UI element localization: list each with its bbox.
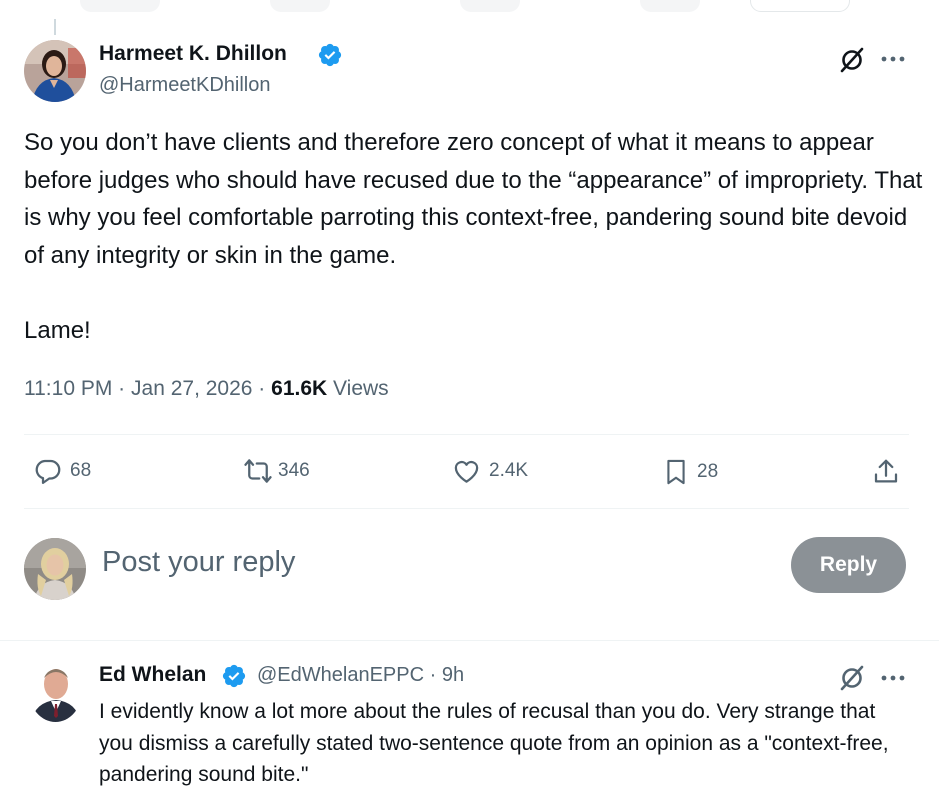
bookmark-count: 28 bbox=[697, 461, 719, 482]
divider bbox=[0, 640, 939, 641]
views-label: Views bbox=[333, 377, 389, 400]
post-time[interactable]: 11:10 PM bbox=[24, 377, 112, 400]
views-count: 61.6K bbox=[271, 377, 328, 400]
repost-count: 346 bbox=[278, 460, 310, 481]
share-icon[interactable] bbox=[870, 456, 902, 488]
more-icon[interactable] bbox=[876, 44, 910, 74]
author-handle[interactable]: @HarmeetKDhillon bbox=[99, 74, 270, 97]
grok-icon[interactable] bbox=[836, 662, 868, 694]
post-text-paragraph: Lame! bbox=[24, 316, 91, 344]
previous-post-remnant bbox=[0, 0, 939, 20]
reply-author-handle: @EdWhelanEPPC · 9h bbox=[257, 664, 464, 687]
reply-icon bbox=[35, 459, 61, 484]
reply-time[interactable]: 9h bbox=[442, 664, 464, 686]
more-icon[interactable] bbox=[876, 664, 910, 692]
bookmark-icon bbox=[667, 459, 685, 485]
like-count: 2.4K bbox=[489, 460, 529, 481]
reply-text: I evidently know a lot more about the ru… bbox=[99, 700, 889, 786]
reply-handle[interactable]: @EdWhelanEPPC bbox=[257, 664, 424, 686]
verified-badge-icon bbox=[318, 43, 342, 67]
thread-line bbox=[54, 19, 56, 35]
verified-badge-icon bbox=[222, 664, 246, 688]
meta-separator: · bbox=[258, 377, 266, 400]
like-icon bbox=[454, 460, 479, 483]
author-avatar[interactable] bbox=[24, 40, 86, 102]
like-action[interactable]: 2.4K bbox=[451, 456, 528, 486]
post-text-paragraph: So you don’t have clients and therefore … bbox=[24, 129, 923, 269]
repost-icon bbox=[244, 459, 272, 483]
bookmark-action[interactable]: 28 bbox=[662, 456, 718, 488]
meta-separator: · bbox=[118, 377, 126, 400]
post-meta: 11:10 PM · Jan 27, 2026 · 61.6K Views bbox=[24, 377, 389, 401]
author-name[interactable]: Harmeet K. Dhillon bbox=[99, 42, 287, 66]
repost-action[interactable]: 346 bbox=[242, 456, 310, 486]
grok-icon[interactable] bbox=[836, 44, 868, 76]
reply-author-avatar[interactable] bbox=[29, 660, 82, 722]
current-user-avatar[interactable] bbox=[24, 538, 86, 600]
post-text: So you don’t have clients and therefore … bbox=[24, 124, 924, 349]
divider bbox=[24, 508, 909, 509]
reply-count: 68 bbox=[70, 460, 92, 481]
divider bbox=[24, 434, 909, 435]
meta-separator: · bbox=[429, 664, 437, 686]
reply-input[interactable]: Post your reply bbox=[102, 546, 295, 579]
reply-action[interactable]: 68 bbox=[33, 456, 91, 486]
post-date[interactable]: Jan 27, 2026 bbox=[131, 377, 252, 400]
reply-button[interactable]: Reply bbox=[791, 537, 906, 593]
reply-author-name[interactable]: Ed Whelan bbox=[99, 663, 206, 687]
